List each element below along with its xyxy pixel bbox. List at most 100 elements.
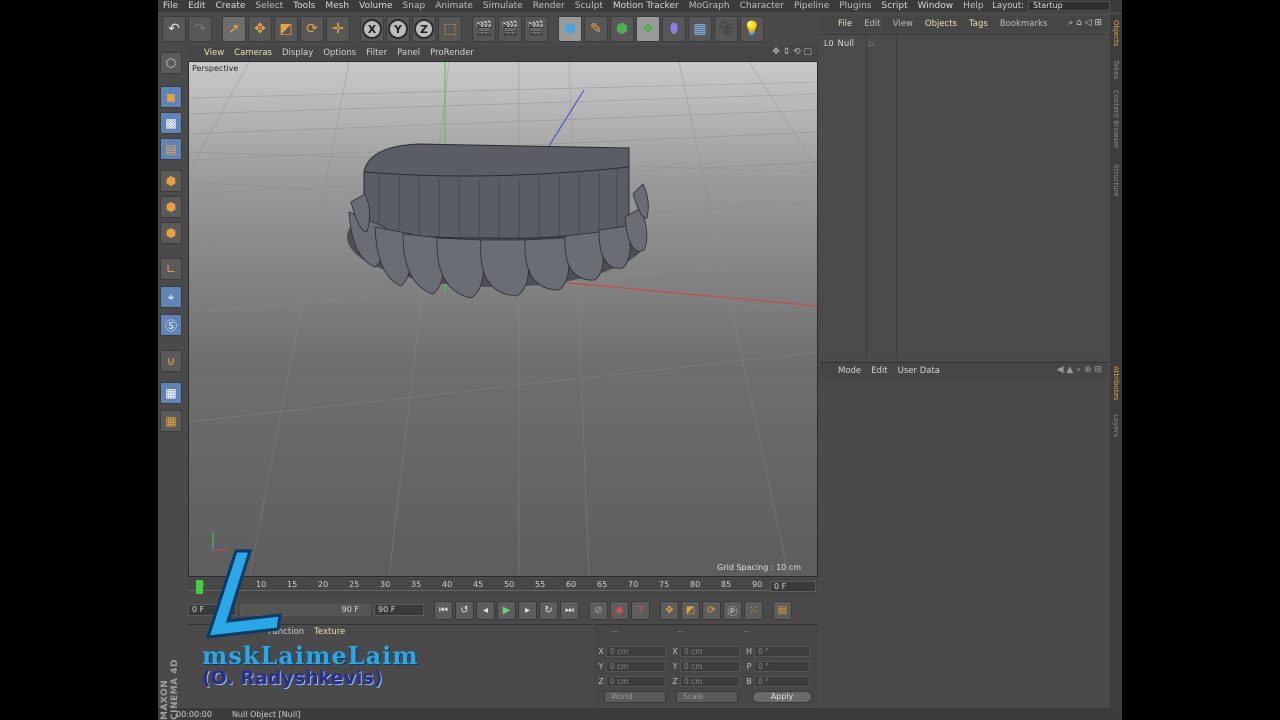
- undo-button[interactable]: ↶: [162, 16, 186, 42]
- move-tool-button[interactable]: ✥: [248, 16, 272, 42]
- menu-tools[interactable]: Tools: [288, 0, 320, 12]
- viewport-menu-panel[interactable]: Panel: [397, 48, 420, 58]
- attributes-menu-edit[interactable]: Edit: [871, 366, 887, 376]
- viewport-menu-display[interactable]: Display: [282, 48, 313, 58]
- object-list[interactable]: L0 Null ▫⁚: [820, 34, 1108, 357]
- solo-button[interactable]: Ⓢ: [160, 314, 182, 336]
- viewport-menu-prorender[interactable]: ProRender: [430, 48, 474, 58]
- size-x-field[interactable]: 0 cm: [680, 645, 740, 657]
- next-key-button[interactable]: ↻: [539, 600, 558, 620]
- recent-tool-button[interactable]: ✛: [326, 16, 350, 42]
- viewport-menu-options[interactable]: Options: [323, 48, 356, 58]
- render-picture-viewer-button[interactable]: 🎬: [498, 16, 522, 42]
- object-menu-objects[interactable]: Objects: [925, 19, 957, 29]
- viewport-menu-view[interactable]: View: [204, 48, 224, 58]
- model-mode-button[interactable]: ◼: [160, 86, 182, 108]
- attributes-nav-icons[interactable]: ◀ ▲ ⌕ ⊕ ⊞: [1057, 365, 1102, 375]
- object-name[interactable]: Null: [838, 39, 854, 49]
- key-pla-button[interactable]: ⁙: [744, 600, 763, 620]
- cube-button[interactable]: ⬢: [558, 16, 582, 42]
- axis-mode-button[interactable]: ∟: [160, 258, 182, 280]
- workplane-lock-button[interactable]: ▦: [160, 382, 182, 404]
- size-mode-select[interactable]: Scale: [676, 691, 738, 703]
- tab-content-browser[interactable]: Content Browser: [1112, 90, 1120, 148]
- attributes-menu-mode[interactable]: Mode: [838, 366, 861, 376]
- viewport-menu-filter[interactable]: Filter: [366, 48, 387, 58]
- polygons-mode-button[interactable]: ⬢: [160, 222, 182, 244]
- record-active-button[interactable]: ⊘: [589, 600, 608, 620]
- menu-help[interactable]: Help: [958, 0, 989, 12]
- workplane-mode-button[interactable]: ▤: [160, 138, 182, 160]
- key-scale-button[interactable]: ◩: [681, 600, 700, 620]
- position-z-field[interactable]: 0 cm: [606, 675, 666, 687]
- deformer-button[interactable]: ⬮: [662, 16, 686, 42]
- object-menu-edit[interactable]: Edit: [864, 19, 880, 29]
- floor-button[interactable]: ▦: [688, 16, 712, 42]
- object-menu-view[interactable]: View: [893, 19, 913, 29]
- points-mode-button[interactable]: ⬢: [160, 170, 182, 192]
- key-parameter-button[interactable]: Ⓟ: [723, 600, 742, 620]
- tweak-mode-button[interactable]: ⌖: [160, 286, 182, 308]
- camera-button[interactable]: 🎥: [714, 16, 738, 42]
- scale-tool-button[interactable]: ◩: [274, 16, 298, 42]
- layout-select[interactable]: Startup: [1028, 1, 1110, 11]
- viewport-menu-cameras[interactable]: Cameras: [234, 48, 272, 58]
- texture-mode-button[interactable]: ▩: [160, 112, 182, 134]
- object-menu-tags[interactable]: Tags: [969, 19, 988, 29]
- position-x-field[interactable]: 0 cm: [606, 645, 666, 657]
- size-y-field[interactable]: 0 cm: [680, 660, 740, 672]
- menu-select[interactable]: Select: [250, 0, 288, 12]
- menu-simulate[interactable]: Simulate: [478, 0, 528, 12]
- menu-animate[interactable]: Animate: [430, 0, 478, 12]
- tab-objects[interactable]: Objects: [1112, 20, 1120, 46]
- coordinate-mode-select[interactable]: World: [604, 691, 666, 703]
- menu-render[interactable]: Render: [528, 0, 570, 12]
- tab-layers[interactable]: Layers: [1112, 414, 1120, 437]
- key-position-button[interactable]: ✥: [660, 600, 679, 620]
- render-view-button[interactable]: 🎬: [472, 16, 496, 42]
- attributes-menu-user-data[interactable]: User Data: [898, 366, 940, 376]
- menu-snap[interactable]: Snap: [398, 0, 431, 12]
- keyframe-selection-button[interactable]: ?: [631, 600, 650, 620]
- y-axis-button[interactable]: Y: [386, 16, 410, 42]
- redo-button[interactable]: ↷: [188, 16, 212, 42]
- live-selection-button[interactable]: ➚: [222, 16, 246, 42]
- coordinate-system-button[interactable]: ⬚: [438, 16, 462, 42]
- grid-button[interactable]: ▦: [160, 410, 182, 432]
- menu-window[interactable]: Window: [913, 0, 959, 12]
- menu-mograph[interactable]: MoGraph: [684, 0, 735, 12]
- light-button[interactable]: 💡: [740, 16, 764, 42]
- x-axis-button[interactable]: X: [360, 16, 384, 42]
- object-row-null[interactable]: L0 Null ▫⁚: [824, 37, 876, 50]
- tab-takes[interactable]: Takes: [1112, 60, 1120, 79]
- menu-motion-tracker[interactable]: Motion Tracker: [608, 0, 684, 12]
- tab-attributes[interactable]: Attributes: [1112, 366, 1120, 401]
- teeth-model[interactable]: [347, 143, 649, 299]
- menu-edit[interactable]: Edit: [183, 0, 210, 12]
- cloner-button[interactable]: ❖: [636, 16, 660, 42]
- menu-create[interactable]: Create: [211, 0, 251, 12]
- perspective-viewport[interactable]: Perspective Grid Spacing : 10 cm: [188, 61, 818, 577]
- menu-script[interactable]: Script: [877, 0, 913, 12]
- render-settings-button[interactable]: 🎬: [524, 16, 548, 42]
- current-frame-field[interactable]: 0 F: [770, 581, 816, 592]
- key-rotation-button[interactable]: ⟳: [702, 600, 721, 620]
- autokey-button[interactable]: ◉: [610, 600, 629, 620]
- rotation-p-field[interactable]: 0 °: [754, 660, 810, 672]
- z-axis-button[interactable]: Z: [412, 16, 436, 42]
- viewport-nav-icons[interactable]: ✥ ⇕ ⟲ ▢: [772, 47, 812, 57]
- menu-pipeline[interactable]: Pipeline: [789, 0, 834, 12]
- go-to-end-button[interactable]: ⏭: [560, 600, 579, 620]
- make-editable-button[interactable]: ⬡: [160, 52, 182, 74]
- rotation-h-field[interactable]: 0 °: [754, 645, 810, 657]
- menu-character[interactable]: Character: [735, 0, 789, 12]
- tab-structure[interactable]: Structure: [1112, 164, 1120, 197]
- size-z-field[interactable]: 0 cm: [680, 675, 740, 687]
- menu-sculpt[interactable]: Sculpt: [570, 0, 608, 12]
- apply-button[interactable]: Apply: [752, 691, 812, 703]
- object-manager-search-icon[interactable]: ⌕ ⌂ ◁ ⊞: [1068, 18, 1102, 28]
- previous-frame-button[interactable]: ◂: [476, 600, 495, 620]
- position-y-field[interactable]: 0 cm: [606, 660, 666, 672]
- menu-volume[interactable]: Volume: [354, 0, 397, 12]
- rotate-tool-button[interactable]: ⟳: [300, 16, 324, 42]
